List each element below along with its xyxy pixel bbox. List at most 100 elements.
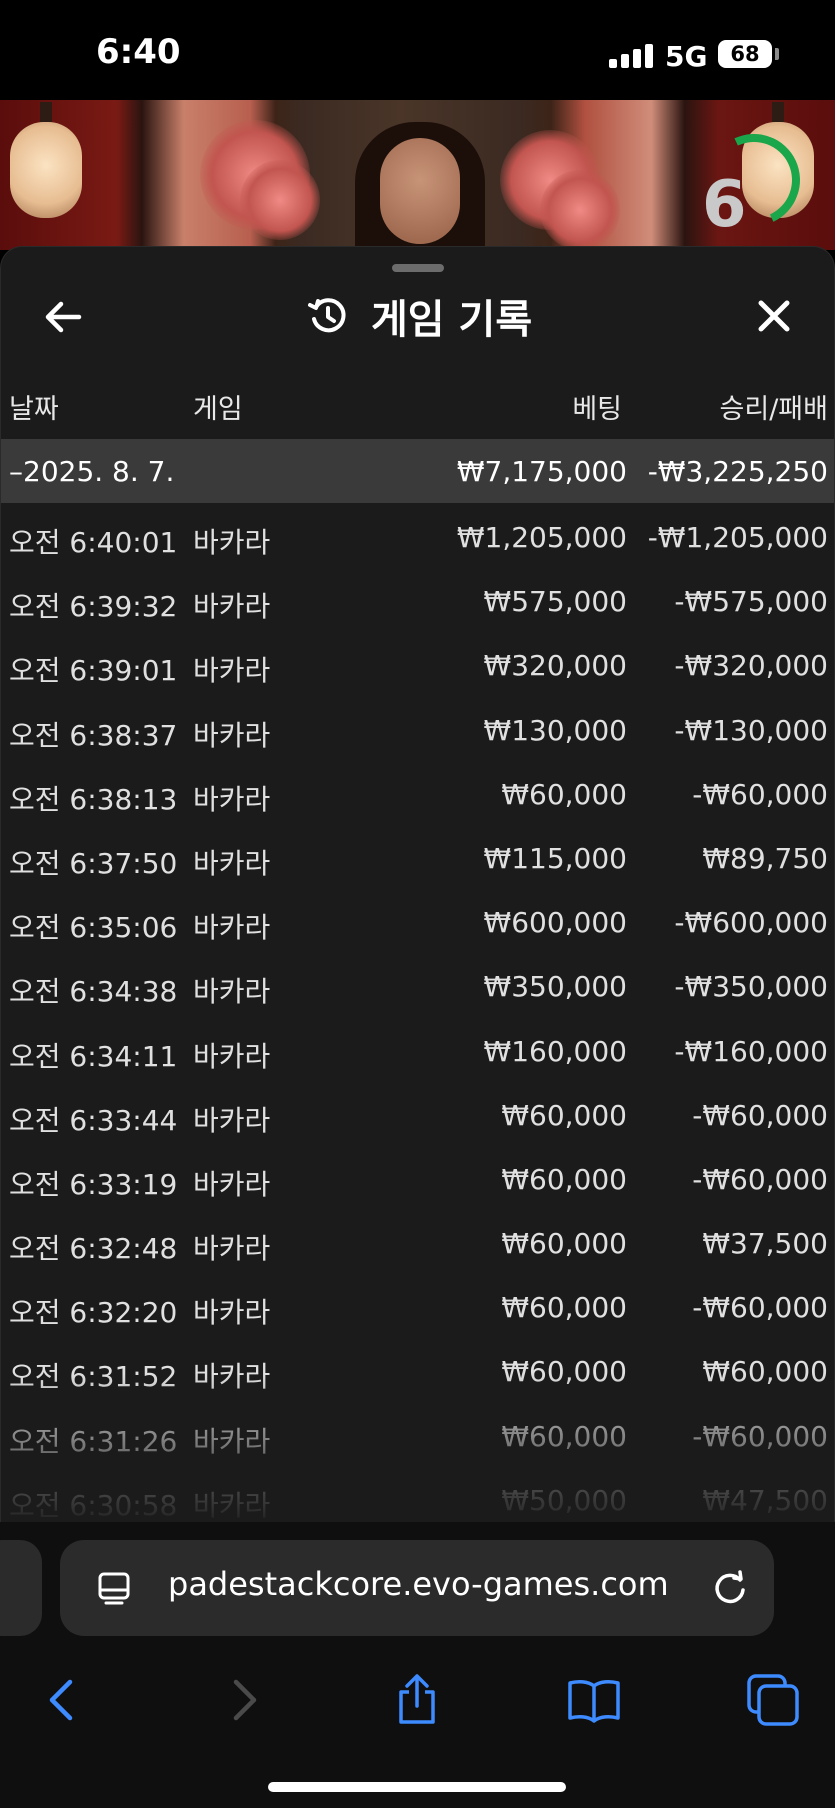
row-bet: ₩130,000 bbox=[483, 713, 627, 747]
row-bet: ₩60,000 bbox=[501, 1098, 627, 1132]
battery-icon: 68 bbox=[718, 40, 772, 68]
row-time: 오전 6:31:26 bbox=[9, 1424, 178, 1458]
table-header: 날짜 게임 베팅 승리/패배 bbox=[1, 387, 834, 427]
row-result: -₩130,000 bbox=[674, 713, 828, 747]
dealer-face bbox=[380, 138, 460, 244]
signal-icon bbox=[609, 44, 653, 68]
row-time: 오전 6:40:01 bbox=[9, 526, 178, 559]
table-row[interactable]: 오전 6:34:11 바카라 ₩160,000 -₩160,000 bbox=[1, 1019, 834, 1083]
url-text[interactable]: padestackcore.evo-games.com bbox=[168, 1565, 669, 1603]
reload-icon[interactable] bbox=[710, 1568, 750, 1608]
row-result: ₩37,500 bbox=[702, 1227, 828, 1261]
blossom-decoration bbox=[240, 160, 320, 240]
chevron-left-icon[interactable] bbox=[36, 1672, 92, 1728]
row-bet: ₩50,000 bbox=[501, 1483, 627, 1517]
row-result: -₩350,000 bbox=[674, 970, 828, 1004]
row-result: -₩60,000 bbox=[692, 1291, 828, 1325]
back-button[interactable] bbox=[41, 295, 85, 339]
home-indicator[interactable] bbox=[268, 1782, 566, 1792]
tabs-icon[interactable] bbox=[745, 1672, 801, 1728]
table-row[interactable]: 오전 6:40:01 바카라 ₩1,205,000 -₩1,205,000 bbox=[1, 505, 834, 569]
previous-tab-stub[interactable] bbox=[0, 1540, 42, 1636]
chevron-right-icon[interactable] bbox=[214, 1672, 270, 1728]
table-row[interactable]: 오전 6:33:19 바카라 ₩60,000 -₩60,000 bbox=[1, 1147, 834, 1211]
panel-title: 게임 기록 bbox=[307, 291, 532, 343]
row-time: 오전 6:34:38 bbox=[9, 975, 178, 1009]
row-bet: ₩320,000 bbox=[483, 649, 627, 683]
row-game: 바카라 bbox=[193, 1103, 271, 1137]
row-game: 바카라 bbox=[193, 782, 271, 816]
table-row[interactable]: 오전 6:39:01 바카라 ₩320,000 -₩320,000 bbox=[1, 633, 834, 697]
row-game: 바카라 bbox=[193, 654, 271, 688]
row-game: 바카라 bbox=[193, 1488, 271, 1522]
table-row[interactable]: 오전 6:30:58 바카라 ₩50,000 ₩47,500 bbox=[1, 1468, 834, 1522]
status-bar: 6:40 5G 68 bbox=[0, 0, 835, 100]
row-game: 바카라 bbox=[193, 718, 271, 752]
row-result: -₩60,000 bbox=[692, 1098, 828, 1132]
close-icon bbox=[758, 300, 790, 332]
browser-nav-bar bbox=[0, 1662, 835, 1732]
row-bet: ₩350,000 bbox=[483, 970, 627, 1004]
row-time: 오전 6:35:06 bbox=[9, 911, 178, 945]
row-result: -₩60,000 bbox=[692, 1162, 828, 1196]
group-total-result: -₩3,225,250 bbox=[647, 455, 828, 488]
network-type: 5G bbox=[665, 40, 708, 73]
row-bet: ₩60,000 bbox=[501, 1355, 627, 1389]
row-bet: ₩160,000 bbox=[483, 1034, 627, 1068]
row-bet: ₩60,000 bbox=[501, 1419, 627, 1453]
row-game: 바카라 bbox=[193, 975, 271, 1009]
row-time: 오전 6:34:11 bbox=[9, 1039, 178, 1073]
row-bet: ₩575,000 bbox=[483, 585, 627, 619]
table-row[interactable]: 오전 6:39:32 바카라 ₩575,000 -₩575,000 bbox=[1, 569, 834, 633]
status-time: 6:40 bbox=[96, 32, 181, 72]
table-row[interactable]: 오전 6:37:50 바카라 ₩115,000 ₩89,750 bbox=[1, 826, 834, 890]
table-row[interactable]: 오전 6:38:13 바카라 ₩60,000 -₩60,000 bbox=[1, 762, 834, 826]
row-bet: ₩60,000 bbox=[501, 1291, 627, 1325]
lantern-left bbox=[10, 102, 82, 218]
row-time: 오전 6:33:19 bbox=[9, 1167, 178, 1201]
battery-tip bbox=[775, 48, 779, 60]
close-button[interactable] bbox=[749, 291, 799, 341]
book-icon[interactable] bbox=[566, 1672, 622, 1728]
game-history-panel: 게임 기록 날짜 게임 베팅 승리/패배 –2025. 8. 7. ₩7,175… bbox=[0, 246, 835, 1522]
table-row[interactable]: 오전 6:34:38 바카라 ₩350,000 -₩350,000 bbox=[1, 954, 834, 1018]
column-header-game: 게임 bbox=[193, 394, 243, 425]
row-game: 바카라 bbox=[193, 1296, 271, 1330]
panel-title-text: 게임 기록 bbox=[371, 297, 533, 343]
row-time: 오전 6:33:44 bbox=[9, 1103, 178, 1137]
row-result: -₩60,000 bbox=[692, 1419, 828, 1453]
group-total-bet: ₩7,175,000 bbox=[456, 455, 627, 488]
table-row[interactable]: 오전 6:33:44 바카라 ₩60,000 -₩60,000 bbox=[1, 1083, 834, 1147]
table-row[interactable]: 오전 6:31:52 바카라 ₩60,000 ₩60,000 bbox=[1, 1339, 834, 1403]
row-result: -₩160,000 bbox=[674, 1034, 828, 1068]
browser-toolbar: padestackcore.evo-games.com bbox=[0, 1522, 835, 1808]
table-row[interactable]: 오전 6:32:48 바카라 ₩60,000 ₩37,500 bbox=[1, 1211, 834, 1275]
row-time: 오전 6:39:01 bbox=[9, 654, 178, 688]
date-group-header[interactable]: –2025. 8. 7. ₩7,175,000 -₩3,225,250 bbox=[1, 439, 834, 503]
row-game: 바카라 bbox=[193, 1424, 271, 1458]
blossom-decoration bbox=[540, 170, 620, 250]
row-result: -₩600,000 bbox=[674, 906, 828, 940]
row-time: 오전 6:39:32 bbox=[9, 590, 178, 624]
row-bet: ₩600,000 bbox=[483, 906, 627, 940]
table-row[interactable]: 오전 6:32:20 바카라 ₩60,000 -₩60,000 bbox=[1, 1275, 834, 1339]
row-time: 오전 6:31:52 bbox=[9, 1360, 178, 1394]
row-game: 바카라 bbox=[193, 911, 271, 945]
table-row[interactable]: 오전 6:31:26 바카라 ₩60,000 -₩60,000 bbox=[1, 1404, 834, 1468]
row-result: ₩89,750 bbox=[702, 841, 828, 875]
row-game: 바카라 bbox=[193, 1360, 271, 1394]
row-game: 바카라 bbox=[193, 1039, 271, 1073]
row-time: 오전 6:32:48 bbox=[9, 1232, 178, 1266]
share-icon[interactable] bbox=[389, 1672, 445, 1728]
drag-handle[interactable] bbox=[392, 264, 444, 272]
address-bar[interactable]: padestackcore.evo-games.com bbox=[60, 1540, 774, 1636]
reader-icon[interactable] bbox=[96, 1570, 132, 1606]
table-row[interactable]: 오전 6:35:06 바카라 ₩600,000 -₩600,000 bbox=[1, 890, 834, 954]
row-bet: ₩1,205,000 bbox=[456, 521, 627, 554]
row-game: 바카라 bbox=[193, 526, 271, 559]
live-video: 6 bbox=[0, 100, 835, 250]
table-row[interactable]: 오전 6:38:37 바카라 ₩130,000 -₩130,000 bbox=[1, 698, 834, 762]
row-bet: ₩60,000 bbox=[501, 1227, 627, 1261]
row-bet: ₩60,000 bbox=[501, 1162, 627, 1196]
column-header-date: 날짜 bbox=[9, 394, 59, 425]
